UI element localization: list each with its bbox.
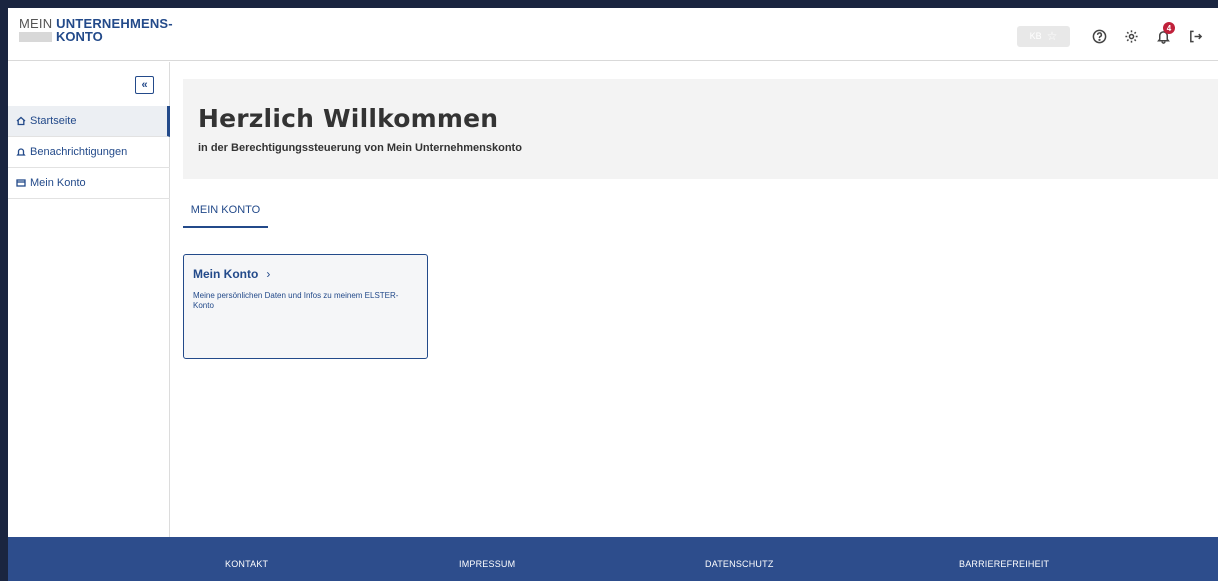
sidebar-item-label: Startseite (30, 115, 77, 127)
footer-link-barrierefreiheit[interactable]: BARRIEREFREIHEIT (959, 559, 1049, 569)
sidebar-item-benachrichtigungen[interactable]: Benachrichtigungen (8, 137, 170, 168)
gear-icon[interactable] (1118, 25, 1144, 47)
star-icon: ☆ (1046, 29, 1058, 43)
card-icon (16, 179, 26, 187)
app-logo[interactable]: MEIN UNTERNEHMENS- KONTO (19, 17, 173, 43)
logo-prefix: MEIN (19, 16, 57, 31)
page-subtitle: in der Berechtigungssteuerung von Mein U… (198, 142, 522, 154)
sidebar-nav: Startseite Benachrichtigungen Mein Konto (8, 106, 170, 199)
card-description: Meine persönlichen Daten und Infos zu me… (193, 291, 399, 310)
footer-link-impressum[interactable]: IMPRESSUM (459, 559, 515, 569)
notification-badge: 4 (1163, 22, 1175, 34)
card-title: Mein Konto › (193, 267, 270, 281)
favorites-button[interactable]: KB ☆ (1017, 25, 1070, 47)
welcome-banner: Herzlich Willkommen in der Berechtigungs… (183, 79, 1218, 179)
collapse-sidebar-button[interactable]: « (135, 76, 154, 94)
sidebar: « Startseite Benachrichtigungen Mein Kon… (8, 62, 170, 537)
card-title-text: Mein Konto (193, 267, 259, 281)
help-icon[interactable] (1086, 25, 1112, 47)
footer-link-datenschutz[interactable]: DATENSCHUTZ (705, 559, 774, 569)
logout-icon[interactable] (1182, 25, 1208, 47)
footer: KONTAKT IMPRESSUM DATENSCHUTZ BARRIEREFR… (8, 537, 1218, 581)
notifications-button[interactable]: 4 (1150, 22, 1176, 47)
kb-label: KB (1029, 31, 1042, 41)
top-header: MEIN UNTERNEHMENS- KONTO KB ☆ 4 (8, 8, 1218, 61)
logo-line2: KONTO (56, 29, 103, 44)
mein-konto-card[interactable]: Mein Konto › Meine persönlichen Daten un… (183, 254, 428, 359)
page-title: Herzlich Willkommen (198, 104, 499, 133)
sidebar-item-mein-konto[interactable]: Mein Konto (8, 168, 170, 199)
footer-link-kontakt[interactable]: KONTAKT (225, 559, 268, 569)
chevron-right-icon: › (266, 267, 271, 281)
bell-icon (16, 148, 26, 156)
sidebar-item-startseite[interactable]: Startseite (8, 106, 170, 137)
tab-mein-konto[interactable]: MEIN KONTO (183, 204, 268, 228)
header-actions: KB ☆ 4 (1017, 22, 1208, 47)
sidebar-item-label: Mein Konto (30, 177, 86, 189)
logo-placeholder (19, 31, 52, 42)
sidebar-item-label: Benachrichtigungen (30, 146, 128, 158)
home-icon (16, 116, 26, 126)
